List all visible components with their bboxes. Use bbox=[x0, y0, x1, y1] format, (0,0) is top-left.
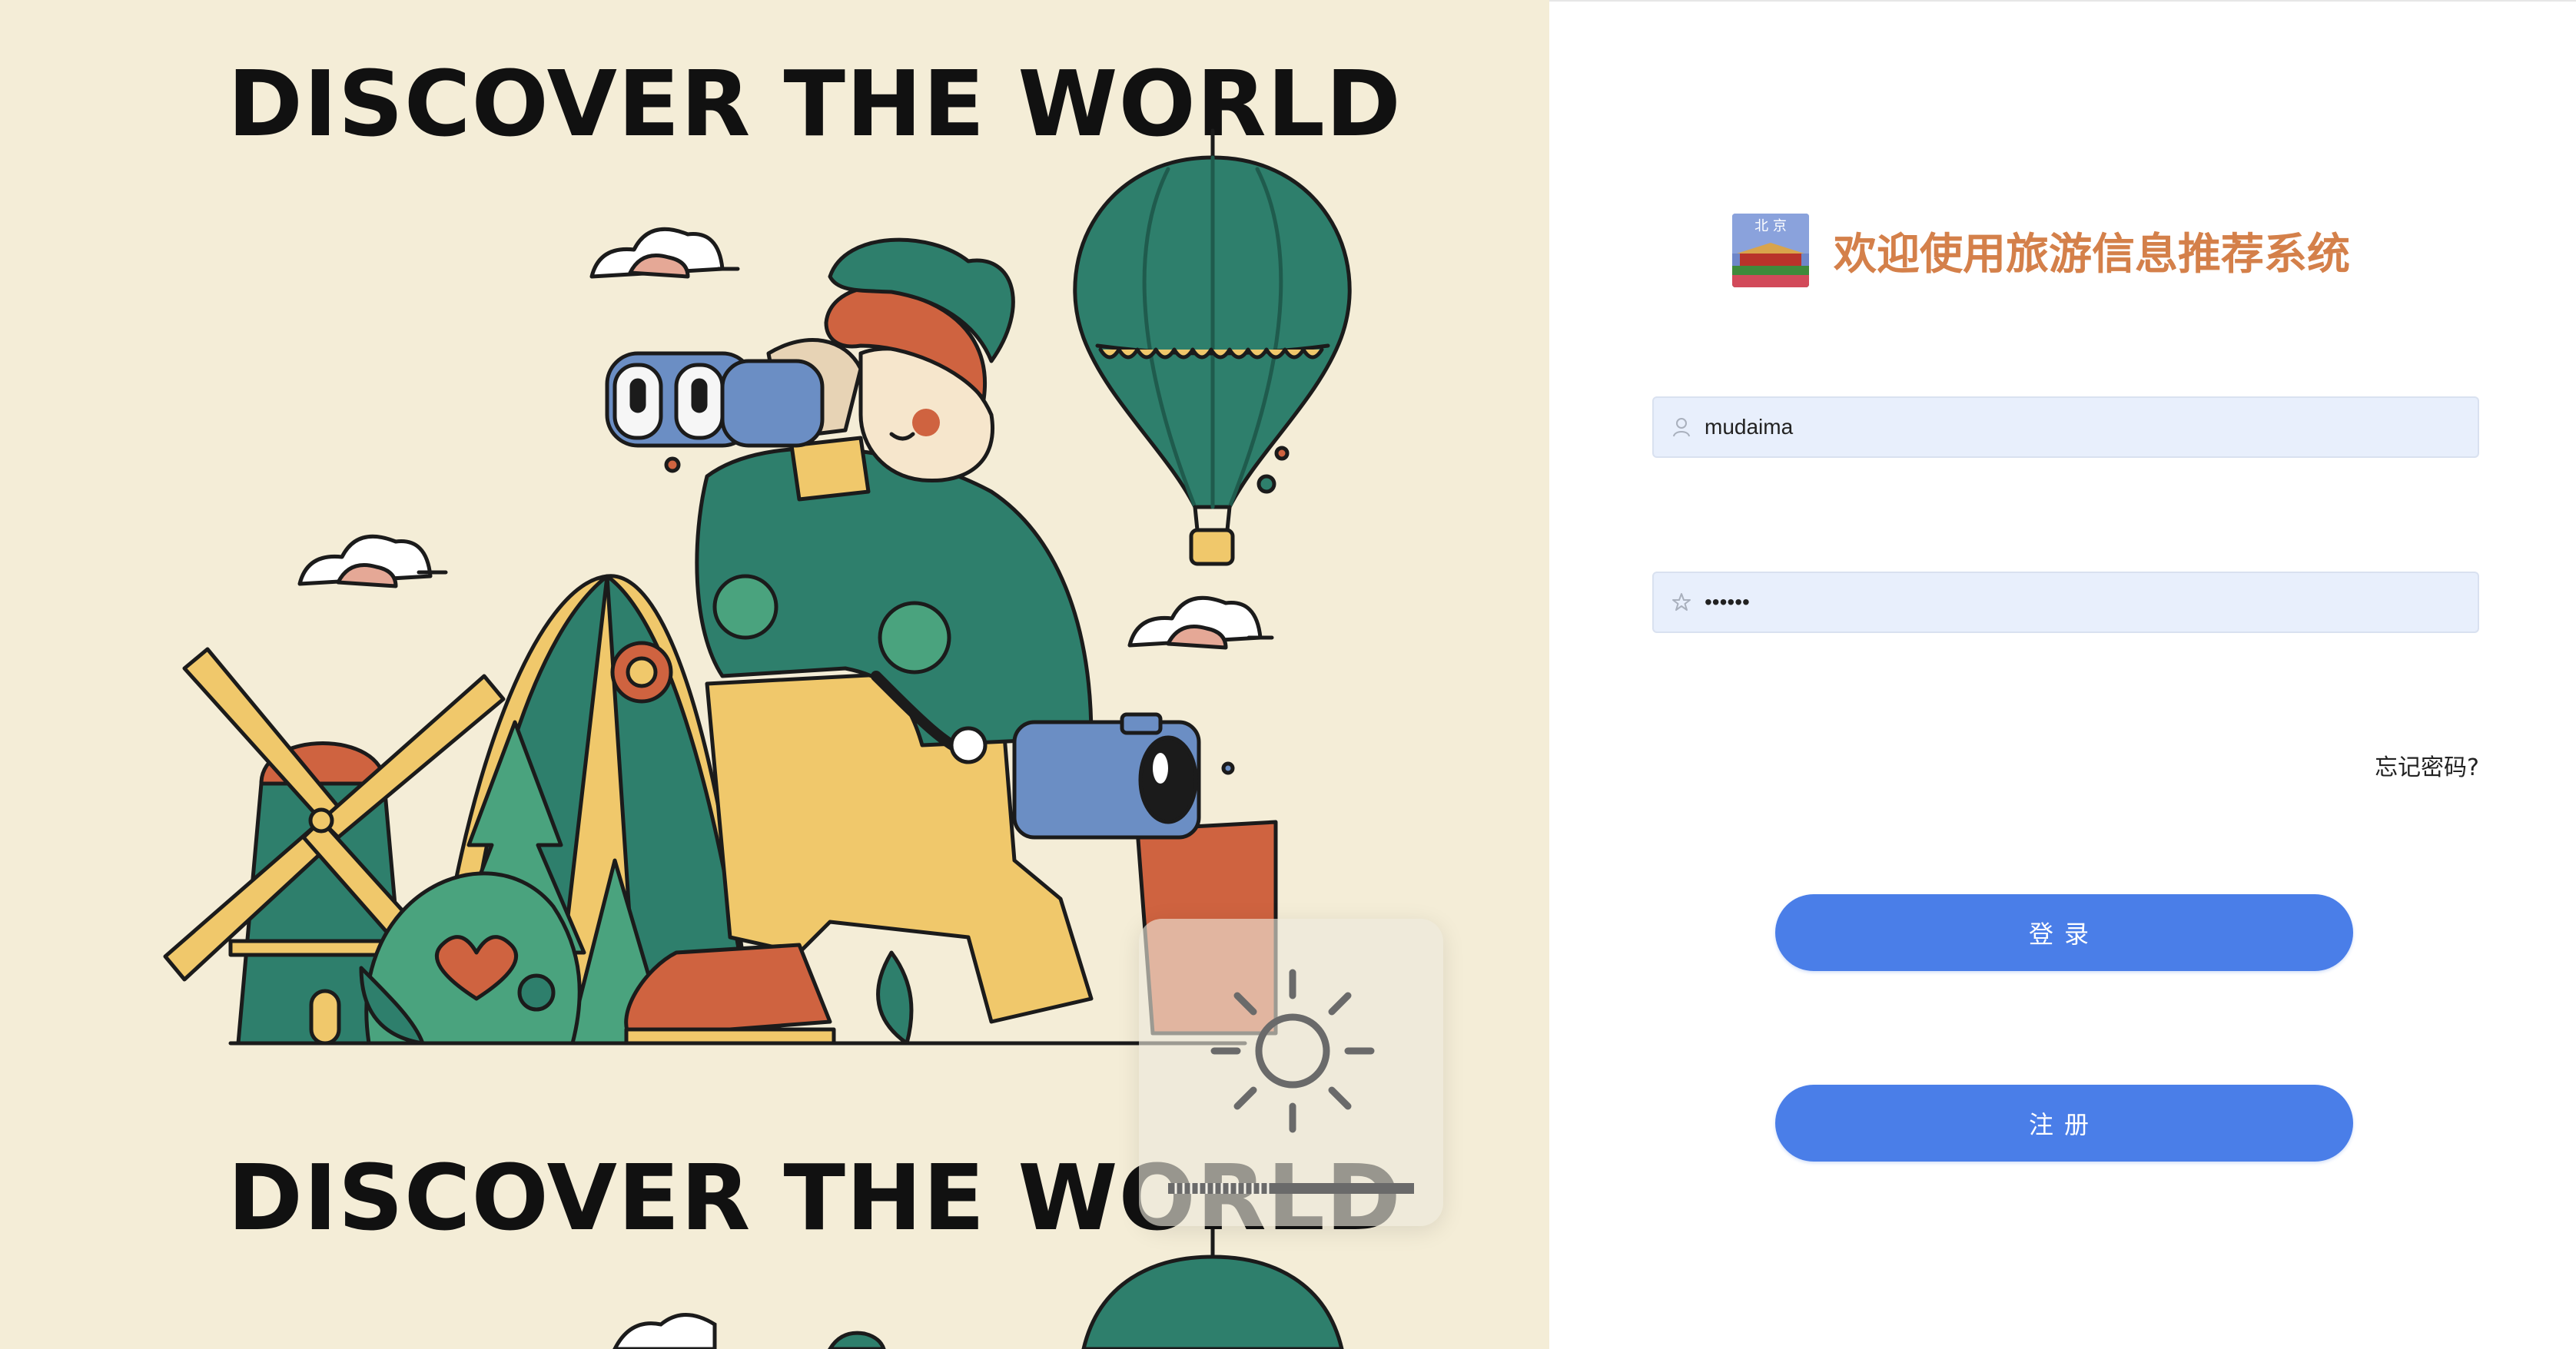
register-button[interactable]: 注册 bbox=[1775, 1085, 2353, 1162]
password-field[interactable] bbox=[1652, 572, 2479, 633]
svg-text:北 京: 北 京 bbox=[1754, 218, 1787, 234]
beijing-tiananmen-logo: 北 京 bbox=[1732, 214, 1809, 287]
app-title: 欢迎使用旅游信息推荐系统 bbox=[1834, 229, 2350, 280]
brightness-overlay bbox=[1139, 919, 1443, 1226]
forgot-password-link[interactable]: 忘记密码? bbox=[2375, 748, 2479, 782]
login-page: DISCOVER THE WORLD DISCOVER THE WORLD 北 … bbox=[0, 0, 2576, 1349]
hot-air-balloon bbox=[1073, 128, 1352, 566]
username-input[interactable] bbox=[1703, 403, 2478, 451]
password-input[interactable] bbox=[1703, 578, 2478, 626]
login-panel: 北 京 欢迎使用旅游信息推荐系统 mudaima •••••• 忘记密码? 登录… bbox=[1549, 0, 2576, 1349]
brightness-level-bar bbox=[1168, 1183, 1414, 1194]
login-button[interactable]: 登录 bbox=[1775, 894, 2353, 971]
brand-header: 北 京 欢迎使用旅游信息推荐系统 bbox=[1732, 214, 2350, 287]
user-icon bbox=[1671, 416, 1692, 438]
star-icon bbox=[1671, 592, 1692, 613]
illustration-panel: DISCOVER THE WORLD DISCOVER THE WORLD bbox=[0, 0, 1549, 1349]
sun-brightness-icon bbox=[1168, 969, 1414, 1194]
username-field[interactable] bbox=[1652, 396, 2479, 458]
